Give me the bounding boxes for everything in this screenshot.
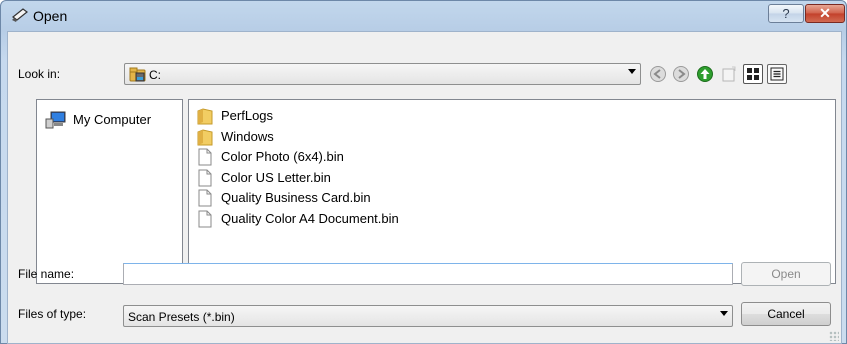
open-button[interactable]: Open: [741, 262, 831, 286]
folder-item[interactable]: PerfLogs: [197, 106, 497, 126]
chevron-down-icon[interactable]: [720, 311, 728, 316]
dialog-body: Look in: C: My Computer PerfLogs Windows…: [7, 31, 842, 344]
file-list[interactable]: PerfLogs Windows Color Photo (6x4).bin Colo…: [188, 99, 836, 284]
up-folder-icon[interactable]: [696, 65, 714, 83]
file-icon: [197, 210, 213, 228]
file-name: PerfLogs: [221, 108, 274, 123]
filetype-label: Files of type:: [18, 307, 87, 321]
filetype-dropdown[interactable]: Scan Presets (*.bin): [123, 305, 733, 327]
filename-label: File name:: [18, 267, 75, 281]
cancel-button[interactable]: Cancel: [741, 302, 831, 326]
help-button[interactable]: ?: [768, 4, 804, 23]
folder-item[interactable]: Windows: [197, 127, 497, 147]
folder-icon: [197, 128, 213, 146]
forward-icon[interactable]: [672, 65, 690, 83]
places-item-label: My Computer: [73, 112, 152, 127]
places-item-my-computer[interactable]: My Computer: [45, 109, 181, 131]
filename-input[interactable]: [123, 263, 733, 285]
file-name: Color US Letter.bin: [221, 169, 331, 185]
file-name: Quality Color A4 Document.bin: [221, 210, 399, 226]
chevron-down-icon[interactable]: [628, 69, 636, 74]
back-icon[interactable]: [649, 65, 667, 83]
details-view-icon[interactable]: [767, 64, 787, 84]
title-bar[interactable]: Open ? ✕: [1, 1, 846, 31]
file-item[interactable]: Quality Business Card.bin: [197, 188, 497, 208]
list-view-icon[interactable]: [743, 64, 763, 84]
file-name: Windows: [221, 128, 274, 144]
file-icon: [197, 189, 213, 207]
file-name: Color Photo (6x4).bin: [221, 149, 344, 164]
resize-grip[interactable]: [829, 331, 839, 341]
file-name: Quality Business Card.bin: [221, 190, 371, 205]
places-bar: My Computer: [36, 99, 183, 284]
lookin-dropdown[interactable]: C:: [124, 63, 641, 85]
scanner-icon: [12, 8, 28, 22]
file-item[interactable]: Color Photo (6x4).bin: [197, 147, 497, 167]
dialog-title: Open: [33, 8, 68, 24]
computer-icon: [45, 111, 66, 129]
filetype-value: Scan Presets (*.bin): [128, 310, 235, 324]
open-dialog: Open ? ✕ Look in: C: My Computer PerfLog…: [0, 0, 847, 344]
drive-icon: [129, 67, 146, 82]
file-item[interactable]: Color US Letter.bin: [197, 168, 497, 188]
lookin-label: Look in:: [18, 67, 61, 81]
lookin-value: C:: [149, 68, 161, 82]
folder-icon: [197, 107, 213, 125]
close-button[interactable]: ✕: [805, 4, 845, 23]
new-folder-icon[interactable]: [720, 65, 738, 83]
file-icon: [197, 169, 213, 187]
file-item[interactable]: Quality Color A4 Document.bin: [197, 209, 497, 229]
file-icon: [197, 148, 213, 166]
